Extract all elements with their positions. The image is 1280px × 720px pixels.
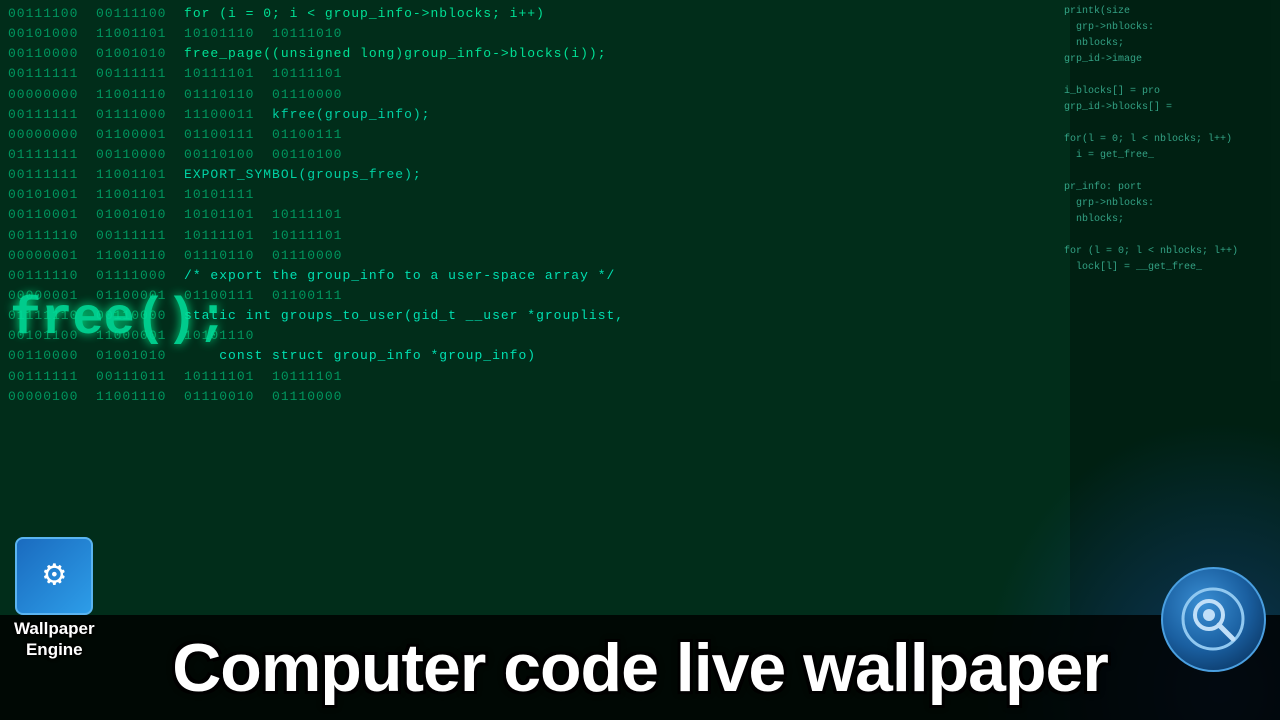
- wallpaper-engine-icon[interactable]: ⚙ Wallpaper Engine: [14, 537, 95, 660]
- large-code-text: free();: [0, 290, 228, 349]
- gear-icon: ⚙: [43, 558, 65, 594]
- steam-icon[interactable]: [1161, 567, 1266, 672]
- bottom-title: Computer code live wallpaper: [172, 634, 1108, 702]
- wallpaper-engine-icon-box: ⚙: [15, 537, 93, 615]
- steam-logo-svg: [1181, 587, 1246, 652]
- bottom-bar: Computer code live wallpaper: [0, 615, 1280, 720]
- background: 00111100 00111100 for (i = 0; i < group_…: [0, 0, 1280, 720]
- wallpaper-engine-label: Wallpaper Engine: [14, 619, 95, 660]
- steam-circle: [1161, 567, 1266, 672]
